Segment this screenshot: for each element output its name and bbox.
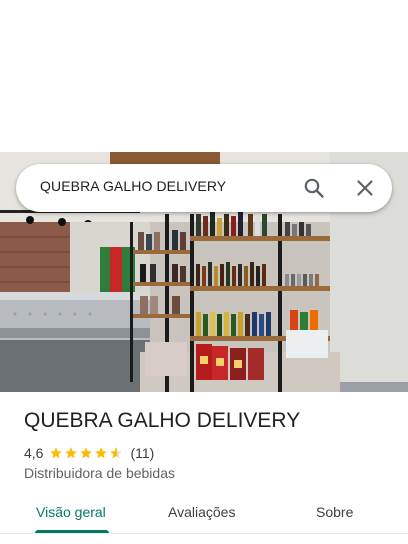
tab-reviews[interactable]: Avaliações: [168, 504, 235, 520]
star-icon: [80, 447, 93, 459]
tabs-divider: [0, 533, 408, 534]
star-icon: [65, 447, 78, 459]
map-blank-area: [0, 0, 408, 152]
rating-value: 4,6: [24, 445, 44, 461]
place-category: Distribuidora de bebidas: [24, 465, 175, 481]
star-half-icon: [110, 447, 123, 459]
star-icon: [50, 447, 63, 459]
search-input[interactable]: QUEBRA GALHO DELIVERY: [40, 178, 226, 194]
reviews-count[interactable]: (11): [130, 445, 154, 461]
rating-row[interactable]: 4,6 (11): [24, 444, 154, 462]
star-icon: [95, 447, 108, 459]
star-rating: [49, 446, 124, 460]
tab-overview[interactable]: Visão geral: [36, 504, 106, 520]
search-bar[interactable]: QUEBRA GALHO DELIVERY: [16, 164, 392, 212]
tab-about[interactable]: Sobre: [316, 504, 353, 520]
place-tabs: Visão geral Avaliações Sobre: [0, 490, 408, 544]
close-icon[interactable]: [353, 176, 377, 200]
place-title: QUEBRA GALHO DELIVERY: [24, 409, 301, 432]
search-icon[interactable]: [302, 176, 326, 200]
